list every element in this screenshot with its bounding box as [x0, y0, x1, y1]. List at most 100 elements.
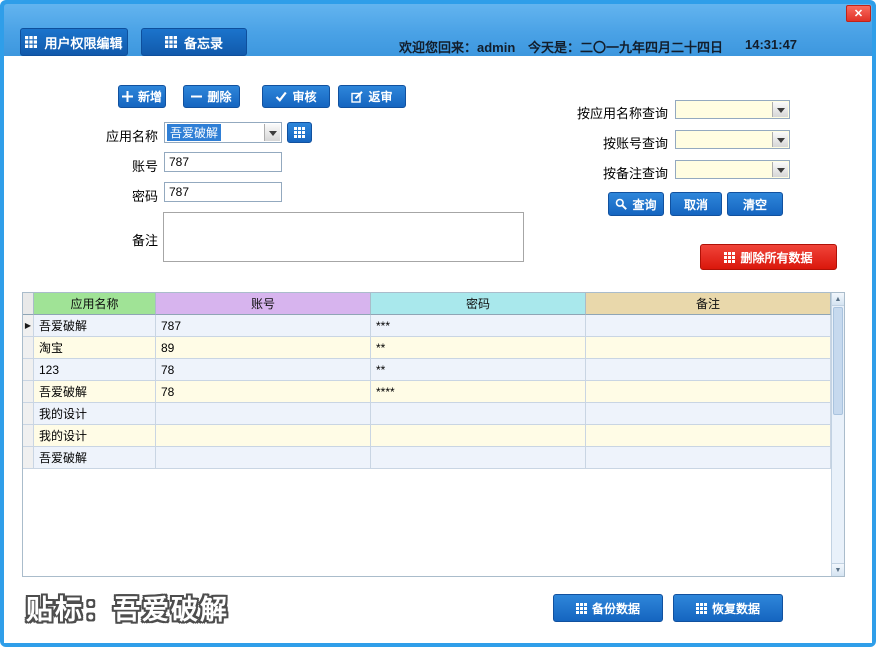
- table-row[interactable]: 淘宝 89 **: [23, 337, 831, 359]
- cell-app-name[interactable]: 吾爱破解: [34, 447, 156, 469]
- row-selector[interactable]: [23, 337, 34, 359]
- table-rows: ▶ 吾爱破解 787 *** 淘宝 89 ** 123 78 ** 吾爱破解 7…: [23, 315, 831, 469]
- cell-remarks[interactable]: [586, 337, 831, 359]
- chevron-down-icon[interactable]: [772, 102, 788, 117]
- scroll-up-icon[interactable]: ▲: [832, 293, 844, 306]
- query-by-remarks-combobox[interactable]: [675, 160, 790, 179]
- cell-password[interactable]: [371, 403, 586, 425]
- table-row[interactable]: 吾爱破解 78 ****: [23, 381, 831, 403]
- chevron-down-icon[interactable]: [772, 162, 788, 177]
- remarks-textarea[interactable]: [163, 212, 524, 262]
- clear-button[interactable]: 清空: [727, 192, 783, 216]
- cell-password[interactable]: [371, 425, 586, 447]
- query-by-account-value: [678, 132, 771, 147]
- cell-account[interactable]: [156, 425, 371, 447]
- backup-button-label: 备份数据: [591, 601, 640, 616]
- tab-user-permission[interactable]: 用户权限编辑: [20, 28, 128, 56]
- cell-password[interactable]: ***: [371, 315, 586, 337]
- table-row[interactable]: 我的设计: [23, 425, 831, 447]
- table-row[interactable]: 我的设计: [23, 403, 831, 425]
- row-selector[interactable]: ▶: [23, 315, 34, 337]
- header-row-selector: [23, 293, 34, 315]
- query-by-account-combobox[interactable]: [675, 130, 790, 149]
- return-audit-button[interactable]: 返审: [338, 85, 406, 108]
- cell-app-name[interactable]: 123: [34, 359, 156, 381]
- scrollbar-thumb[interactable]: [833, 307, 843, 415]
- table-row[interactable]: ▶ 吾爱破解 787 ***: [23, 315, 831, 337]
- chevron-down-icon[interactable]: [772, 132, 788, 147]
- data-table: 应用名称 账号 密码 备注 ▶ 吾爱破解 787 *** 淘宝 89 ** 12…: [22, 292, 845, 577]
- delete-button-label: 删除: [207, 90, 232, 104]
- delete-all-button-label: 删除所有数据: [740, 250, 813, 265]
- header-account[interactable]: 账号: [156, 293, 371, 315]
- query-by-app-value: [678, 102, 771, 117]
- cell-account[interactable]: 787: [156, 315, 371, 337]
- app-window: 用户权限编辑 备忘录 欢迎您回来：admin 今天是：二〇一九年四月二十四日 1…: [0, 0, 876, 647]
- cell-remarks[interactable]: [586, 315, 831, 337]
- scroll-down-icon[interactable]: ▼: [832, 563, 844, 576]
- cell-account[interactable]: 89: [156, 337, 371, 359]
- row-selector[interactable]: [23, 447, 34, 469]
- cell-remarks[interactable]: [586, 425, 831, 447]
- delete-button[interactable]: 删除: [183, 85, 240, 108]
- minus-icon: [191, 95, 203, 98]
- check-icon: [276, 91, 288, 102]
- tab-memo[interactable]: 备忘录: [141, 28, 247, 56]
- audit-button-label: 审核: [292, 90, 317, 104]
- table-vscrollbar[interactable]: ▲ ▼: [831, 293, 844, 576]
- password-input[interactable]: [164, 182, 282, 202]
- cell-app-name[interactable]: 吾爱破解: [34, 381, 156, 403]
- chevron-down-icon[interactable]: [264, 124, 280, 141]
- watermark: 贴标：吾爱破解: [26, 595, 229, 625]
- cell-password[interactable]: [371, 447, 586, 469]
- cell-app-name[interactable]: 淘宝: [34, 337, 156, 359]
- cell-account[interactable]: 78: [156, 359, 371, 381]
- row-selector[interactable]: [23, 403, 34, 425]
- header-remarks[interactable]: 备注: [586, 293, 831, 315]
- cell-password[interactable]: ****: [371, 381, 586, 403]
- cell-remarks[interactable]: [586, 381, 831, 403]
- cancel-button[interactable]: 取消: [670, 192, 722, 216]
- clear-button-label: 清空: [742, 197, 767, 212]
- restore-button-label: 恢复数据: [711, 601, 760, 616]
- remarks-label: 备注: [132, 233, 159, 248]
- audit-button[interactable]: 审核: [262, 85, 330, 108]
- delete-all-button[interactable]: 删除所有数据: [700, 244, 837, 270]
- table-row[interactable]: 123 78 **: [23, 359, 831, 381]
- date-text: 今天是：二〇一九年四月二十四日: [528, 40, 724, 55]
- cell-app-name[interactable]: 吾爱破解: [34, 315, 156, 337]
- cell-password[interactable]: **: [371, 359, 586, 381]
- backup-button[interactable]: 备份数据: [553, 594, 663, 622]
- query-by-account-label: 按账号查询: [603, 136, 669, 151]
- query-by-remarks-value: [678, 162, 771, 177]
- row-selector[interactable]: [23, 425, 34, 447]
- query-by-app-combobox[interactable]: [675, 100, 790, 119]
- cell-password[interactable]: **: [371, 337, 586, 359]
- table-row[interactable]: 吾爱破解: [23, 447, 831, 469]
- cell-account[interactable]: [156, 447, 371, 469]
- header-password[interactable]: 密码: [371, 293, 586, 315]
- tab-memo-label: 备忘录: [183, 35, 223, 51]
- grid-icon: [25, 36, 38, 48]
- cell-app-name[interactable]: 我的设计: [34, 403, 156, 425]
- cell-remarks[interactable]: [586, 359, 831, 381]
- app-name-grid-button[interactable]: [287, 122, 312, 143]
- cell-remarks[interactable]: [586, 447, 831, 469]
- grid-icon: [164, 36, 177, 48]
- cell-account[interactable]: [156, 403, 371, 425]
- cell-account[interactable]: 78: [156, 381, 371, 403]
- app-name-combobox[interactable]: 吾爱破解: [164, 122, 282, 143]
- cell-app-name[interactable]: 我的设计: [34, 425, 156, 447]
- header-app-name[interactable]: 应用名称: [34, 293, 156, 315]
- restore-button[interactable]: 恢复数据: [673, 594, 783, 622]
- search-button-label: 查询: [632, 197, 657, 212]
- add-button[interactable]: 新增: [118, 85, 166, 108]
- account-input[interactable]: [164, 152, 282, 172]
- close-button[interactable]: ✕: [846, 5, 871, 22]
- search-button[interactable]: 查询: [608, 192, 664, 216]
- row-selector[interactable]: [23, 381, 34, 403]
- cell-remarks[interactable]: [586, 403, 831, 425]
- plus-icon: [121, 91, 133, 102]
- row-selector[interactable]: [23, 359, 34, 381]
- grid-icon: [695, 602, 707, 614]
